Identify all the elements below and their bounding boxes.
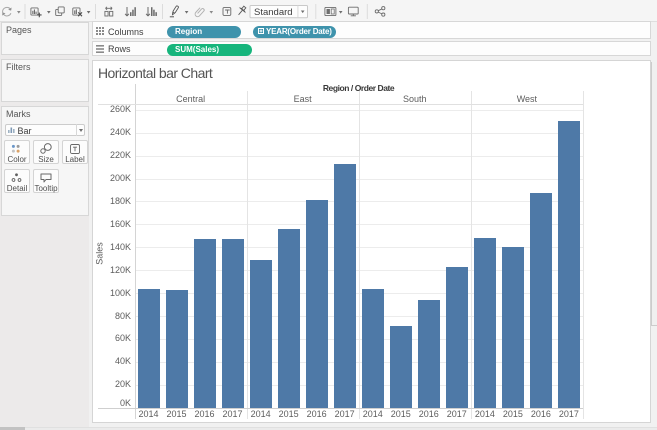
svg-text:Standard: Standard (254, 7, 293, 18)
